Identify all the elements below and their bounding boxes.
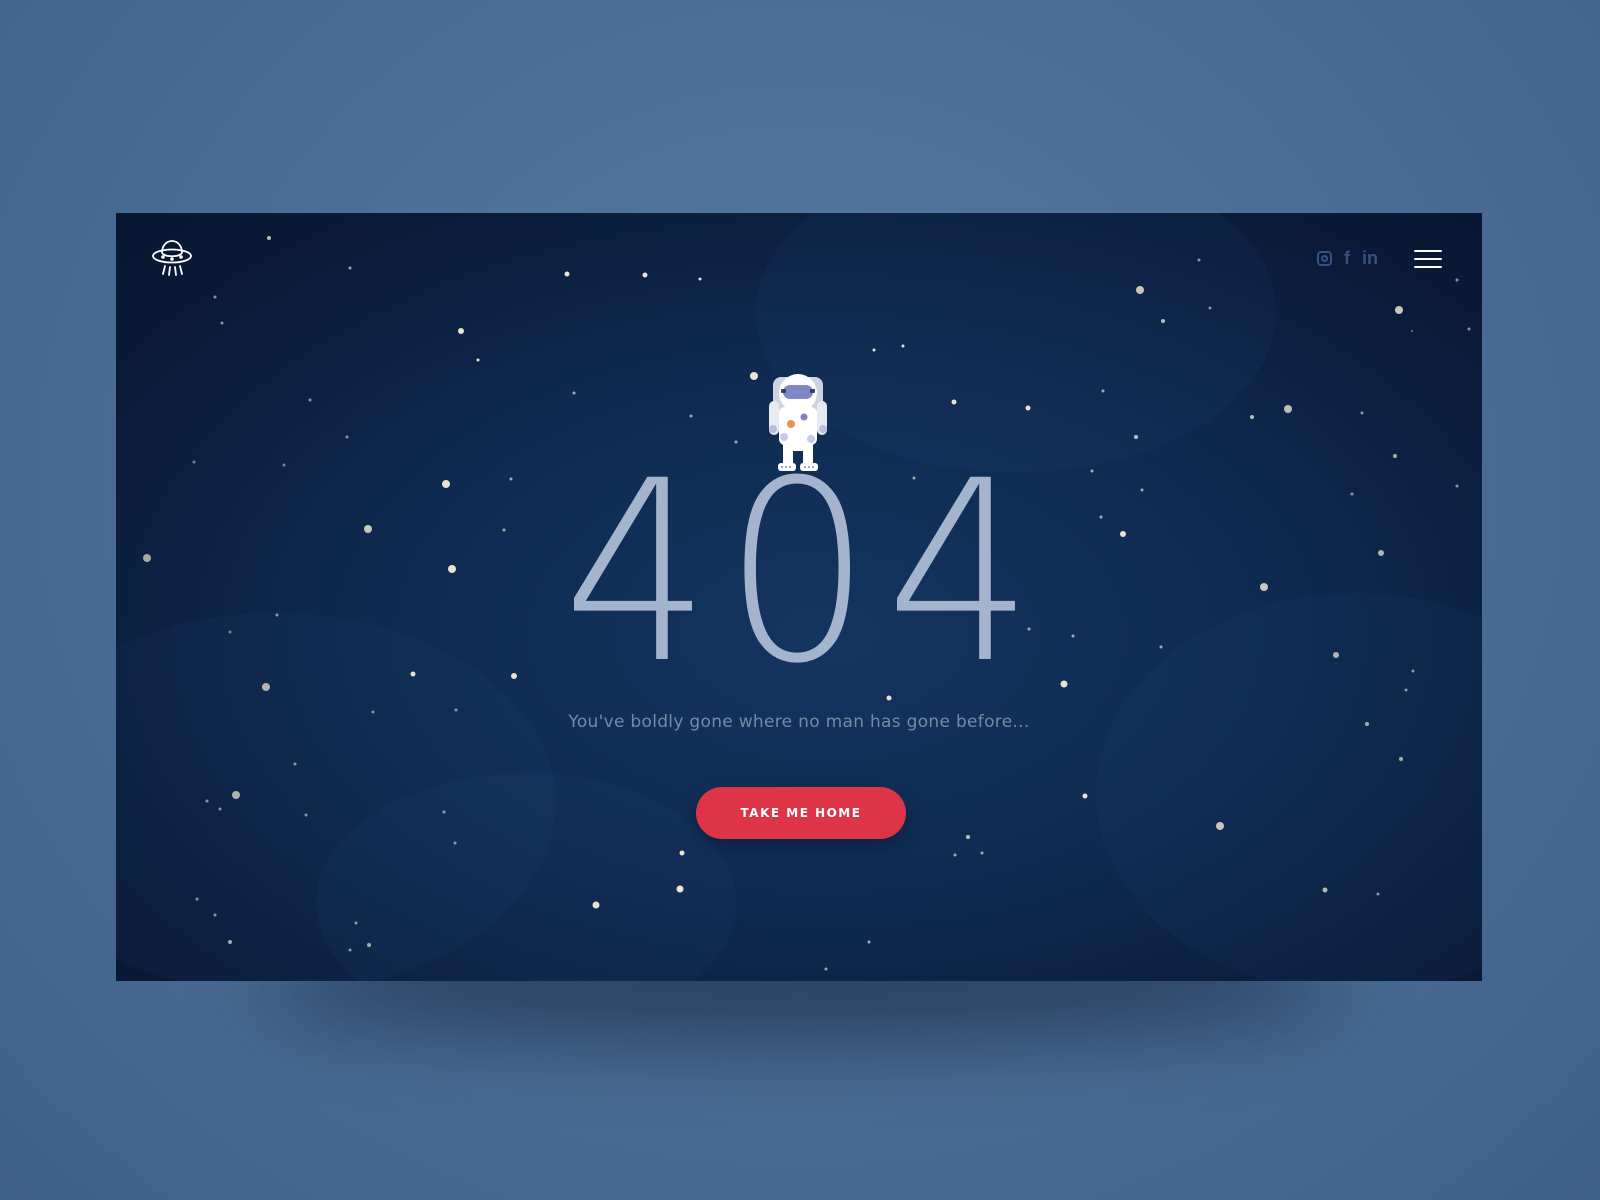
star [367,943,371,947]
error-code-digit: 0 [724,427,874,718]
ufo-icon[interactable] [150,235,194,281]
star [1455,278,1459,282]
star [1161,319,1165,323]
star [453,841,457,845]
star [304,813,308,817]
take-me-home-button[interactable]: TAKE ME HOME [696,787,906,839]
star [205,799,209,803]
star [953,853,957,857]
astronaut-illustration [769,374,827,471]
star [750,372,758,380]
star [1395,306,1403,314]
star [348,948,352,952]
star [1360,411,1364,415]
error-code-digit: 4 [885,427,1035,718]
star [442,810,446,814]
star [1322,887,1328,893]
error-code-digit: 4 [563,427,713,718]
star [1101,389,1105,393]
star [1393,454,1397,458]
star [1284,405,1292,413]
star [867,940,871,944]
star [228,940,232,944]
star [1025,405,1031,411]
star [232,791,240,799]
star [348,266,352,270]
star [195,897,199,901]
star [1082,793,1088,799]
star [679,850,685,856]
star [1399,757,1403,761]
star [262,683,270,691]
star [689,414,693,418]
star [345,435,349,439]
star [213,295,217,299]
star [951,399,957,405]
star [308,398,312,402]
error-code: 4 0 4 [116,427,1482,718]
star [1404,688,1408,692]
star [354,921,358,925]
facebook-icon[interactable]: f [1344,249,1350,267]
star [220,321,224,325]
star [458,328,464,334]
star [592,901,600,909]
star [901,344,905,348]
star [676,885,684,893]
star [824,967,828,971]
star [1411,330,1413,332]
star [642,272,648,278]
hamburger-menu-icon[interactable] [1414,250,1442,268]
star [1136,286,1144,294]
error-page-frame: f in 4 0 4 You've boldly gone where no m… [116,213,1482,981]
star [267,236,271,240]
star [698,277,702,281]
star [1250,415,1254,419]
star [1134,435,1138,439]
star [1197,258,1201,262]
star [966,835,970,839]
social-links: f in [1317,249,1378,267]
star [872,348,876,352]
star [980,851,984,855]
star [572,391,576,395]
star [218,807,222,811]
instagram-icon[interactable] [1317,249,1332,267]
star [293,762,297,766]
star [1216,822,1224,830]
linkedin-icon[interactable]: in [1362,249,1378,267]
star [476,358,480,362]
error-message: You've boldly gone where no man has gone… [568,712,1030,732]
star [213,913,217,917]
star [1208,306,1212,310]
star [1467,327,1471,331]
star [1376,892,1380,896]
star [564,271,570,277]
